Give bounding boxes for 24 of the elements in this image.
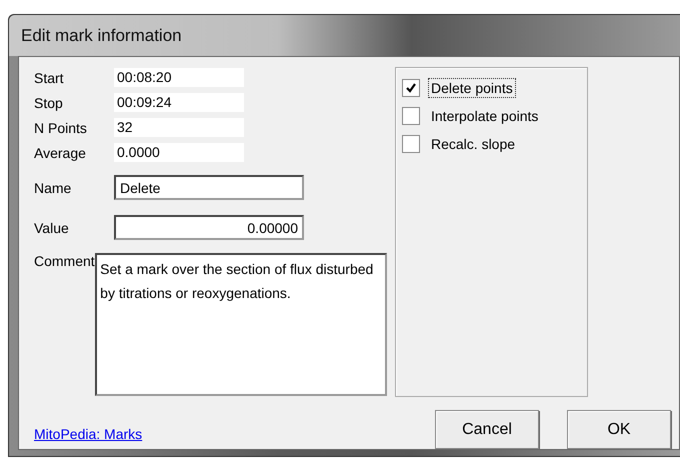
- field-value: 0.0000: [114, 143, 244, 162]
- field-label: Value: [34, 220, 70, 236]
- field-value: 00:09:24: [114, 93, 244, 112]
- checkbox-label[interactable]: Delete points: [428, 78, 516, 98]
- help-link[interactable]: MitoPedia: Marks: [34, 418, 407, 442]
- field-value: 32: [114, 118, 244, 137]
- dialog-button[interactable]: Cancel: [435, 410, 539, 449]
- field-label: N Points: [34, 120, 88, 136]
- checkbox[interactable]: [402, 135, 420, 153]
- field-label: Stop: [34, 94, 64, 110]
- comment-field[interactable]: Set a mark over the section of flux disturbed by titrations or reoxygenations.: [95, 253, 387, 396]
- value-field[interactable]: 0.00000: [114, 215, 304, 240]
- field-label: Name: [34, 180, 72, 196]
- checkbox-label[interactable]: Recalc. slope: [428, 134, 518, 154]
- field-label: Comment: [34, 253, 96, 271]
- checkmark-icon: [405, 82, 417, 94]
- checkbox[interactable]: [402, 79, 420, 97]
- checkbox[interactable]: [402, 107, 420, 125]
- field-value: 00:08:20: [114, 68, 244, 87]
- checkbox-label[interactable]: Interpolate points: [428, 106, 542, 126]
- dialog-button[interactable]: OK: [567, 410, 671, 449]
- field-label: Start: [34, 70, 65, 86]
- name-field[interactable]: Delete: [114, 175, 304, 200]
- field-label: Average: [34, 144, 87, 160]
